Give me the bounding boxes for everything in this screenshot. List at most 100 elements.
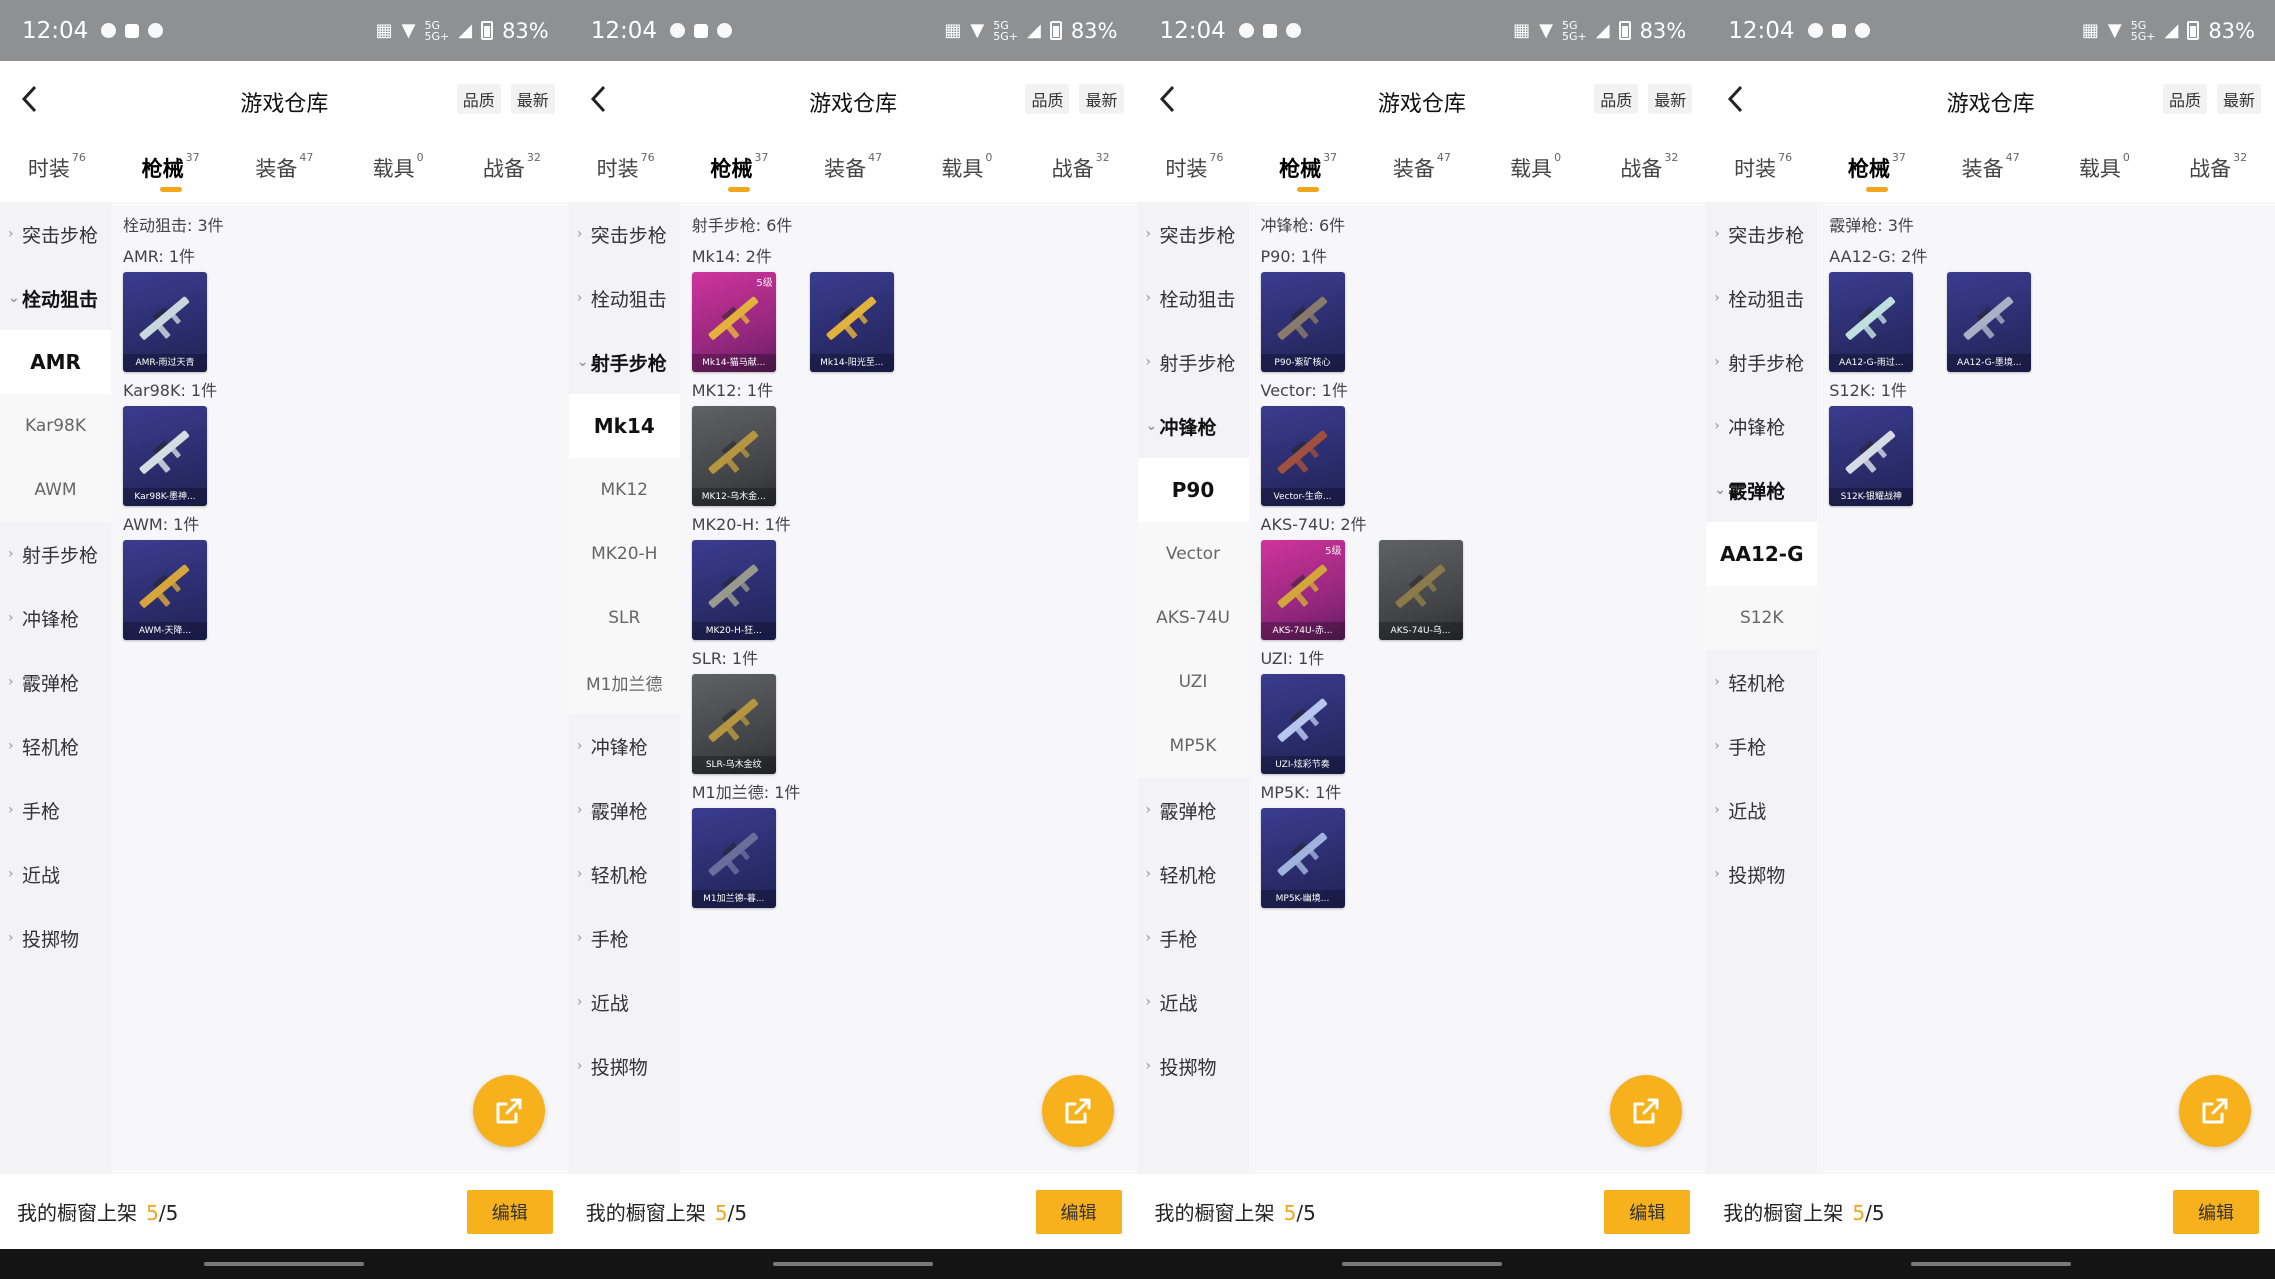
sidebar-weapon-item[interactable]: SLR bbox=[568, 586, 680, 650]
sidebar-weapon-item[interactable]: MK20-H bbox=[568, 522, 680, 586]
sidebar-category[interactable]: › 突击步枪 bbox=[0, 202, 111, 266]
sidebar-category[interactable]: ⌄ 冲锋枪 bbox=[1138, 394, 1249, 458]
tab-4[interactable]: 战备 32 bbox=[2161, 139, 2275, 202]
sidebar-weapon-item[interactable]: AMR bbox=[0, 330, 111, 394]
home-indicator[interactable] bbox=[1341, 1262, 1502, 1266]
tab-3[interactable]: 载具 0 bbox=[1479, 139, 1593, 202]
sidebar-category[interactable]: › 射手步枪 bbox=[1138, 330, 1249, 394]
sidebar-category[interactable]: › 冲锋枪 bbox=[569, 714, 680, 778]
sidebar-category[interactable]: › 霰弹枪 bbox=[569, 778, 680, 842]
weapon-skin-card[interactable]: AKS-74U-乌... bbox=[1378, 540, 1463, 640]
sidebar-category[interactable]: › 投掷物 bbox=[569, 1034, 680, 1098]
sidebar-category[interactable]: › 投掷物 bbox=[0, 906, 111, 970]
sidebar-category[interactable]: › 冲锋枪 bbox=[0, 586, 111, 650]
weapon-skin-card[interactable]: 5级 AKS-74U-赤... bbox=[1260, 540, 1345, 640]
sidebar-weapon-item[interactable]: AWM bbox=[0, 458, 111, 522]
weapon-skin-card[interactable]: Vector-生命... bbox=[1260, 406, 1345, 506]
sidebar-category[interactable]: › 射手步枪 bbox=[0, 522, 111, 586]
sidebar-category[interactable]: › 投掷物 bbox=[1706, 842, 1817, 906]
sidebar-category[interactable]: › 栓动狙击 bbox=[1138, 266, 1249, 330]
sidebar-category[interactable]: › 轻机枪 bbox=[1706, 650, 1817, 714]
tab-0[interactable]: 时装 76 bbox=[0, 139, 114, 202]
sort-by-newest-button[interactable]: 最新 bbox=[510, 84, 555, 114]
sidebar-weapon-item[interactable]: Vector bbox=[1137, 522, 1249, 586]
share-button[interactable] bbox=[1041, 1075, 1114, 1147]
sidebar-category[interactable]: › 栓动狙击 bbox=[1706, 266, 1817, 330]
sidebar-category[interactable]: › 近战 bbox=[1706, 778, 1817, 842]
tab-1[interactable]: 枪械 37 bbox=[114, 139, 228, 202]
sidebar-category[interactable]: › 手枪 bbox=[0, 778, 111, 842]
tab-0[interactable]: 时装 76 bbox=[1138, 139, 1252, 202]
sidebar-category[interactable]: ⌄ 霰弹枪 bbox=[1706, 458, 1817, 522]
weapon-skin-card[interactable]: Mk14-阳光至... bbox=[809, 272, 894, 372]
edit-button[interactable]: 编辑 bbox=[466, 1189, 553, 1234]
sidebar-category[interactable]: › 轻机枪 bbox=[0, 714, 111, 778]
sidebar-category[interactable]: › 霰弹枪 bbox=[0, 650, 111, 714]
sidebar-category[interactable]: › 手枪 bbox=[1706, 714, 1817, 778]
weapon-skin-card[interactable]: UZI-炫彩节奏 bbox=[1260, 674, 1345, 774]
sidebar-weapon-item[interactable]: AA12-G bbox=[1706, 522, 1818, 586]
sidebar-category[interactable]: › 霰弹枪 bbox=[1138, 778, 1249, 842]
tab-1[interactable]: 枪械 37 bbox=[1251, 139, 1365, 202]
tab-2[interactable]: 装备 47 bbox=[796, 139, 910, 202]
tab-0[interactable]: 时装 76 bbox=[569, 139, 683, 202]
sidebar-category[interactable]: › 突击步枪 bbox=[1706, 202, 1817, 266]
back-button[interactable] bbox=[12, 79, 46, 119]
tab-2[interactable]: 装备 47 bbox=[228, 139, 342, 202]
sidebar-category[interactable]: › 轻机枪 bbox=[569, 842, 680, 906]
sidebar-weapon-item[interactable]: UZI bbox=[1137, 650, 1249, 714]
weapon-skin-card[interactable]: 5级 Mk14-猫马献... bbox=[691, 272, 776, 372]
edit-button[interactable]: 编辑 bbox=[1604, 1189, 1691, 1234]
sidebar-category[interactable]: › 近战 bbox=[569, 970, 680, 1034]
weapon-skin-card[interactable]: MK20-H-狂... bbox=[691, 540, 776, 640]
sort-by-quality-button[interactable]: 品质 bbox=[1025, 84, 1070, 114]
sort-by-newest-button[interactable]: 最新 bbox=[1079, 84, 1124, 114]
sidebar-category[interactable]: › 近战 bbox=[1138, 970, 1249, 1034]
weapon-skin-card[interactable]: MP5K-幽境... bbox=[1260, 808, 1345, 908]
sidebar-category[interactable]: › 轻机枪 bbox=[1138, 842, 1249, 906]
share-button[interactable] bbox=[1610, 1075, 1683, 1147]
sidebar-weapon-item[interactable]: Mk14 bbox=[568, 394, 680, 458]
sort-by-newest-button[interactable]: 最新 bbox=[2216, 84, 2261, 114]
sidebar-category[interactable]: › 手枪 bbox=[569, 906, 680, 970]
sidebar-category[interactable]: › 射手步枪 bbox=[1706, 330, 1817, 394]
sidebar-category[interactable]: › 近战 bbox=[0, 842, 111, 906]
tab-4[interactable]: 战备 32 bbox=[1593, 139, 1707, 202]
weapon-skin-card[interactable]: M1加兰德-暮... bbox=[691, 808, 776, 908]
sidebar-category[interactable]: › 投掷物 bbox=[1138, 1034, 1249, 1098]
sidebar-weapon-item[interactable]: Kar98K bbox=[0, 394, 111, 458]
weapon-skin-card[interactable]: AMR-雨过天青 bbox=[123, 272, 207, 372]
tab-4[interactable]: 战备 32 bbox=[1024, 139, 1138, 202]
sidebar-weapon-item[interactable]: AKS-74U bbox=[1137, 586, 1249, 650]
weapon-skin-card[interactable]: SLR-乌木金纹 bbox=[691, 674, 776, 774]
sidebar-weapon-item[interactable]: M1加兰德 bbox=[568, 650, 680, 714]
tab-3[interactable]: 载具 0 bbox=[2048, 139, 2162, 202]
sidebar-weapon-item[interactable]: P90 bbox=[1137, 458, 1249, 522]
sidebar-category[interactable]: ⌄ 栓动狙击 bbox=[0, 266, 111, 330]
weapon-skin-card[interactable]: AA12-G-墨境... bbox=[1947, 272, 2032, 372]
home-indicator[interactable] bbox=[204, 1262, 365, 1266]
sort-by-quality-button[interactable]: 品质 bbox=[456, 84, 501, 114]
sidebar-category[interactable]: › 冲锋枪 bbox=[1706, 394, 1817, 458]
tab-3[interactable]: 载具 0 bbox=[341, 139, 455, 202]
weapon-skin-card[interactable]: AWM-天降... bbox=[123, 540, 207, 640]
tab-1[interactable]: 枪械 37 bbox=[1820, 139, 1934, 202]
home-indicator[interactable] bbox=[773, 1262, 934, 1266]
tab-0[interactable]: 时装 76 bbox=[1706, 139, 1820, 202]
sidebar-category[interactable]: › 突击步枪 bbox=[569, 202, 680, 266]
weapon-skin-card[interactable]: MK12-乌木金... bbox=[691, 406, 776, 506]
share-button[interactable] bbox=[2179, 1075, 2251, 1147]
sidebar-weapon-item[interactable]: MK12 bbox=[568, 458, 680, 522]
weapon-skin-card[interactable]: AA12-G-雨过... bbox=[1829, 272, 1914, 372]
sort-by-quality-button[interactable]: 品质 bbox=[2162, 84, 2207, 114]
weapon-skin-card[interactable]: S12K-银耀战神 bbox=[1829, 406, 1914, 506]
sidebar-category[interactable]: ⌄ 射手步枪 bbox=[569, 330, 680, 394]
sort-by-newest-button[interactable]: 最新 bbox=[1648, 84, 1693, 114]
tab-1[interactable]: 枪械 37 bbox=[683, 139, 797, 202]
tab-2[interactable]: 装备 47 bbox=[1365, 139, 1479, 202]
sidebar-weapon-item[interactable]: MP5K bbox=[1137, 714, 1249, 778]
tab-4[interactable]: 战备 32 bbox=[455, 139, 569, 202]
share-button[interactable] bbox=[472, 1075, 545, 1147]
back-button[interactable] bbox=[1150, 79, 1184, 119]
edit-button[interactable]: 编辑 bbox=[1035, 1189, 1122, 1234]
